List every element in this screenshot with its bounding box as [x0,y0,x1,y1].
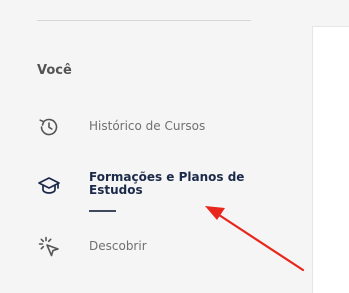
sidebar-item-study-plans[interactable]: Formações e Planos de Estudos [37,168,267,218]
sidebar-item-label: Formações e Planos de Estudos [89,171,244,197]
history-icon [37,115,61,139]
active-indicator [89,210,116,212]
sparkle-cursor-icon [37,235,61,259]
sidebar-divider [37,20,251,21]
sidebar-item-course-history[interactable]: Histórico de Cursos [37,114,267,140]
sidebar-item-label: Histórico de Cursos [89,119,206,133]
main-content-panel [312,26,349,293]
graduation-cap-icon [37,174,61,198]
section-title: Você [37,63,72,78]
sidebar-item-discover[interactable]: Descobrir [37,234,267,260]
sidebar-item-label: Descobrir [89,239,147,253]
label-line-2: Estudos [89,183,143,197]
label-line-1: Formações e Planos de [89,170,245,184]
page: Você Histórico de Cursos Formações e Pla… [0,0,349,293]
